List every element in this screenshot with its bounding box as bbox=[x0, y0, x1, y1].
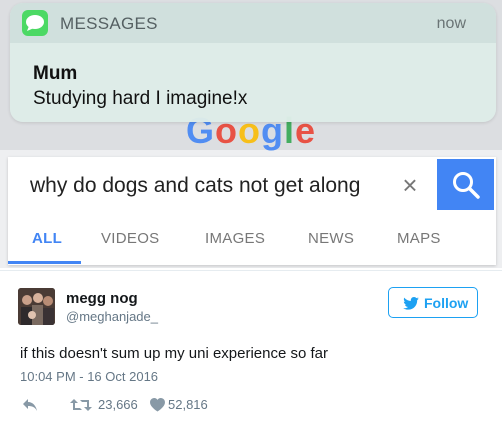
search-input[interactable]: why do dogs and cats not get along bbox=[30, 174, 360, 198]
notification-sender: Mum bbox=[33, 63, 78, 84]
follow-label: Follow bbox=[424, 295, 469, 311]
notification-app-name: MESSAGES bbox=[60, 14, 158, 33]
avatar[interactable] bbox=[18, 288, 55, 325]
user-handle[interactable]: @meghanjade_ bbox=[66, 309, 158, 324]
twitter-bird-icon bbox=[403, 297, 419, 310]
active-tab-indicator bbox=[8, 261, 81, 264]
display-name[interactable]: megg nog bbox=[66, 290, 138, 307]
follow-button[interactable]: Follow bbox=[388, 287, 478, 318]
notification-message: Studying hard I imagine!x bbox=[33, 88, 248, 109]
search-tabs: ALL VIDEOS IMAGES NEWS MAPS bbox=[8, 214, 496, 265]
search-button[interactable] bbox=[437, 159, 494, 210]
heart-icon[interactable] bbox=[150, 398, 165, 412]
tweet-timestamp[interactable]: 10:04 PM - 16 Oct 2016 bbox=[20, 369, 158, 384]
tweet-card: megg nog @meghanjade_ Follow if this doe… bbox=[0, 270, 502, 428]
messages-bubble-icon bbox=[22, 10, 48, 36]
clear-icon[interactable]: × bbox=[398, 171, 422, 199]
retweet-count: 23,666 bbox=[98, 397, 138, 412]
like-count: 52,816 bbox=[168, 397, 208, 412]
notification-time: now bbox=[436, 15, 466, 32]
search-card: why do dogs and cats not get along × ALL… bbox=[8, 157, 496, 265]
reply-icon[interactable] bbox=[22, 398, 38, 412]
tab-all[interactable]: ALL bbox=[32, 230, 62, 247]
tab-images[interactable]: IMAGES bbox=[205, 230, 265, 247]
search-icon bbox=[453, 172, 480, 199]
message-notification[interactable]: MESSAGES now Mum Studying hard I imagine… bbox=[10, 3, 496, 122]
tweet-text: if this doesn't sum up my uni experience… bbox=[20, 345, 329, 362]
tab-videos[interactable]: VIDEOS bbox=[101, 230, 159, 247]
retweet-icon[interactable] bbox=[70, 398, 92, 412]
tab-news[interactable]: NEWS bbox=[308, 230, 354, 247]
search-screenshot: Google MESSAGES now Mum Studying hard I … bbox=[0, 0, 502, 268]
tab-maps[interactable]: MAPS bbox=[397, 230, 441, 247]
tweet-actions: 23,666 52,816 bbox=[20, 397, 320, 415]
